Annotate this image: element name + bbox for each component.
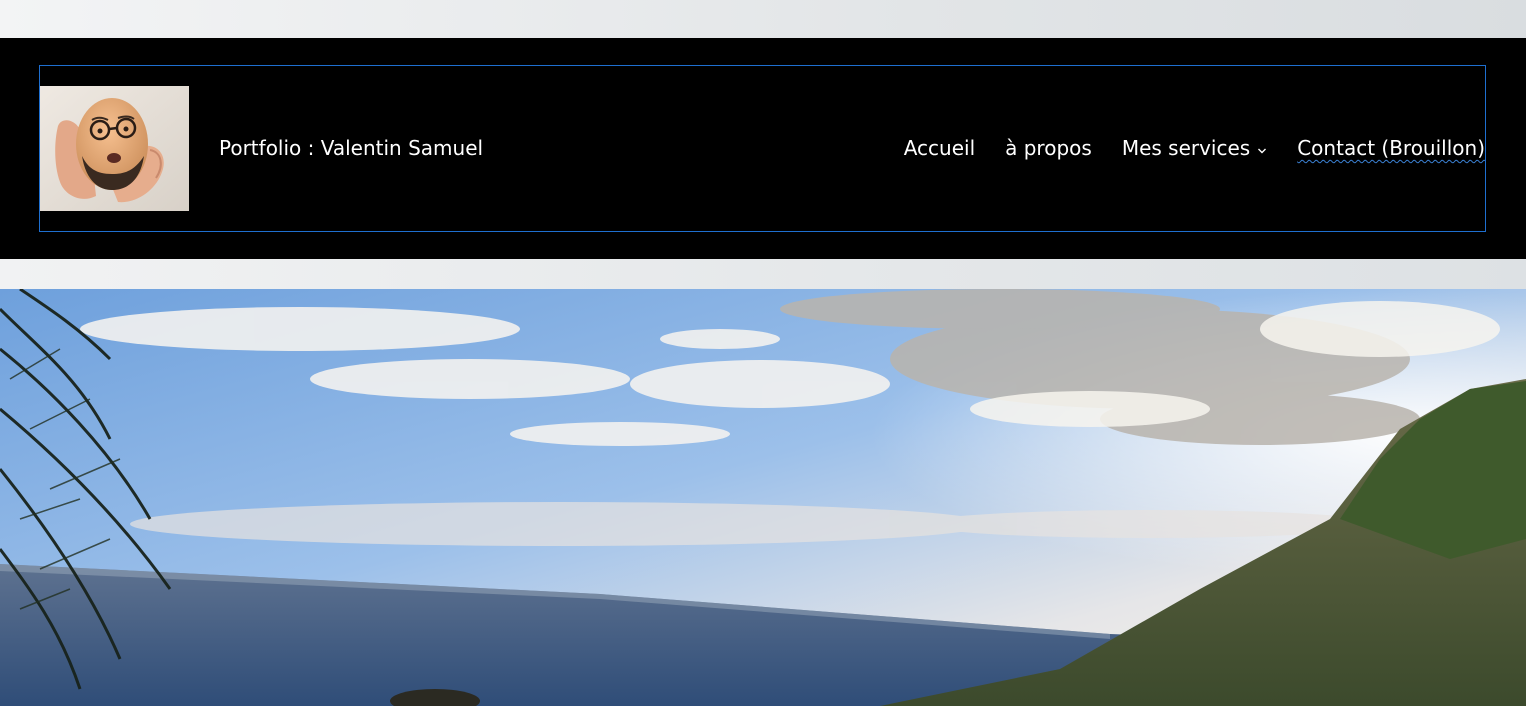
nav-item-contact[interactable]: Contact (Brouillon)	[1297, 136, 1485, 160]
site-title[interactable]: Portfolio : Valentin Samuel	[219, 136, 483, 160]
chevron-down-icon[interactable]	[1257, 136, 1267, 160]
nav-item-label: à propos	[1005, 136, 1092, 160]
nav-item-accueil[interactable]: Accueil	[904, 136, 975, 160]
page-spacer-band	[0, 259, 1526, 289]
nav-item-label: Accueil	[903, 136, 976, 160]
hero-image	[0, 289, 1526, 706]
site-header: Portfolio : Valentin Samuel Accueil à pr…	[0, 38, 1526, 259]
nav-item-a-propos[interactable]: à propos	[1005, 136, 1092, 160]
nav-item-mes-services[interactable]: Mes services	[1122, 136, 1267, 160]
nav-item-label: Mes services	[1121, 136, 1251, 160]
page-top-band	[0, 0, 1526, 38]
header-container: Portfolio : Valentin Samuel Accueil à pr…	[39, 65, 1486, 232]
site-logo[interactable]	[40, 86, 189, 211]
main-nav: Accueil à propos Mes services Contact (B…	[904, 136, 1485, 160]
nav-item-label: Contact (Brouillon)	[1297, 136, 1485, 160]
